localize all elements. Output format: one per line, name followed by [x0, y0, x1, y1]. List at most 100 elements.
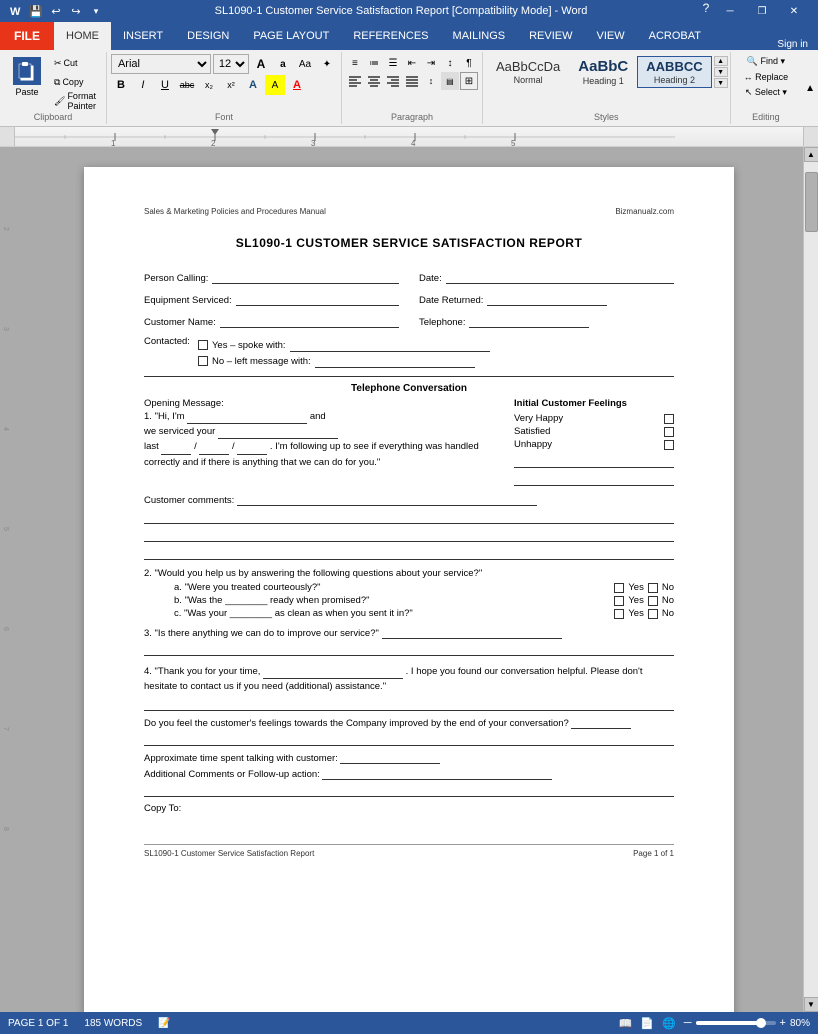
shrink-font-btn[interactable]: a [273, 54, 293, 74]
scroll-down-btn[interactable]: ▼ [804, 997, 818, 1012]
styles-scroll[interactable]: ▲ ▼ ▼ [712, 54, 726, 90]
sign-in-link[interactable]: Sign in [767, 39, 818, 50]
italic-btn[interactable]: I [133, 75, 153, 95]
format-painter-icon: 🖌 [54, 96, 65, 107]
shading-btn[interactable]: ▤ [441, 72, 459, 90]
restore-btn[interactable]: ❐ [746, 0, 778, 22]
web-layout-btn[interactable]: 🌐 [662, 1017, 676, 1030]
q2c-yes-checkbox[interactable] [614, 609, 624, 619]
numbering-btn[interactable]: ≔ [365, 54, 383, 72]
tab-insert[interactable]: INSERT [111, 22, 175, 50]
window-controls[interactable]: ? ─ ❐ ✕ [698, 0, 810, 22]
replace-btn[interactable]: ↔ Replace [739, 70, 794, 84]
cut-icon: ✂ [54, 58, 62, 69]
tab-mailings[interactable]: MAILINGS [441, 22, 518, 50]
q2a-yes-checkbox[interactable] [614, 583, 624, 593]
save-icon[interactable]: 💾 [28, 3, 44, 19]
tab-acrobat[interactable]: ACROBAT [637, 22, 713, 50]
tab-review[interactable]: REVIEW [517, 22, 584, 50]
borders-btn[interactable]: ⊞ [460, 72, 478, 90]
read-mode-btn[interactable]: 📖 [619, 1017, 633, 1030]
text-effects-btn[interactable]: A [243, 75, 263, 95]
print-layout-btn[interactable]: 📄 [640, 1017, 654, 1030]
strikethrough-btn[interactable]: abc [177, 75, 197, 95]
q2c-no-checkbox[interactable] [648, 609, 658, 619]
spoke-with-line [290, 338, 490, 352]
vertical-scrollbar[interactable]: ▲ ▼ [803, 147, 818, 1012]
grow-font-btn[interactable]: A [251, 54, 271, 74]
no-checkbox[interactable] [198, 356, 208, 366]
zoom-thumb[interactable] [756, 1018, 766, 1028]
align-left-btn[interactable] [346, 72, 364, 90]
very-happy-checkbox[interactable] [664, 414, 674, 424]
copy-button[interactable]: ⧉ Copy [50, 73, 100, 91]
footer-right: Page 1 of 1 [633, 849, 674, 858]
font-size-select[interactable]: 12 [213, 54, 249, 74]
zoom-fill [696, 1021, 760, 1025]
q2a-no-checkbox[interactable] [648, 583, 658, 593]
tab-page-layout[interactable]: PAGE LAYOUT [241, 22, 341, 50]
tab-view[interactable]: VIEW [585, 22, 637, 50]
superscript-btn[interactable]: x² [221, 75, 241, 95]
style-heading2[interactable]: AABBCC Heading 2 [637, 56, 711, 88]
clear-formatting-btn[interactable]: ✦ [317, 54, 337, 74]
satisfied-checkbox[interactable] [664, 427, 674, 437]
redo-icon[interactable]: ↪ [68, 3, 84, 19]
font-color-btn[interactable]: A [287, 75, 307, 95]
close-btn[interactable]: ✕ [778, 0, 810, 22]
svg-text:W: W [10, 6, 21, 18]
tab-home[interactable]: HOME [54, 22, 111, 50]
styles-scroll-down[interactable]: ▼ [714, 67, 728, 77]
person-calling-line [212, 270, 399, 284]
section-divider-1 [144, 376, 674, 377]
increase-indent-btn[interactable]: ⇥ [422, 54, 440, 72]
font-name-select[interactable]: Arial [111, 54, 211, 74]
paragraph-group: ≡ ≔ ☰ ⇤ ⇥ ↕ ¶ ↕ ▤ ⊞ Paragraph [342, 52, 483, 124]
line-spacing-btn[interactable]: ↕ [422, 72, 440, 90]
align-center-btn[interactable] [365, 72, 383, 90]
bullets-btn[interactable]: ≡ [346, 54, 364, 72]
help-icon[interactable]: ? [698, 0, 714, 16]
cut-button[interactable]: ✂ Cut [50, 54, 100, 72]
tab-references[interactable]: REFERENCES [341, 22, 440, 50]
align-right-btn[interactable] [384, 72, 402, 90]
bold-btn[interactable]: B [111, 75, 131, 95]
yes-checkbox[interactable] [198, 340, 208, 350]
svg-text:5: 5 [511, 139, 516, 147]
change-case-btn[interactable]: Aa [295, 54, 315, 74]
multilevel-btn[interactable]: ☰ [384, 54, 402, 72]
q2b-no-checkbox[interactable] [648, 596, 658, 606]
highlight-btn[interactable]: A [265, 75, 285, 95]
style-normal[interactable]: AaBbCcDa Normal [487, 56, 569, 88]
style-heading1[interactable]: AaBbC Heading 1 [569, 55, 637, 89]
unhappy-checkbox[interactable] [664, 440, 674, 450]
q2b-yes-checkbox[interactable] [614, 596, 624, 606]
scroll-up-btn[interactable]: ▲ [804, 147, 818, 162]
minimize-btn[interactable]: ─ [714, 0, 746, 22]
zoom-out-btn[interactable]: ─ [684, 1017, 692, 1029]
track-changes-icon[interactable]: 📝 [158, 1018, 170, 1029]
unhappy-row: Unhappy [514, 439, 674, 450]
styles-more[interactable]: ▼ [714, 78, 728, 88]
scroll-thumb[interactable] [805, 172, 818, 232]
zoom-in-btn[interactable]: + [780, 1017, 786, 1029]
zoom-track[interactable] [696, 1021, 776, 1025]
paste-button[interactable]: Paste [6, 54, 48, 110]
tab-design[interactable]: DESIGN [175, 22, 241, 50]
underline-btn[interactable]: U [155, 75, 175, 95]
select-btn[interactable]: ↖ Select ▾ [740, 85, 792, 100]
find-btn[interactable]: 🔍 Find ▾ [742, 54, 790, 69]
ribbon-collapse-btn[interactable]: ▲ [801, 52, 818, 124]
date-returned-line [487, 292, 607, 306]
show-marks-btn[interactable]: ¶ [460, 54, 478, 72]
customize-icon[interactable]: ▾ [88, 3, 104, 19]
format-painter-button[interactable]: 🖌 Format Painter [50, 92, 100, 110]
subscript-btn[interactable]: x₂ [199, 75, 219, 95]
file-tab[interactable]: FILE [0, 22, 54, 50]
justify-btn[interactable] [403, 72, 421, 90]
undo-icon[interactable]: ↩ [48, 3, 64, 19]
sort-btn[interactable]: ↕ [441, 54, 459, 72]
scroll-track[interactable] [804, 162, 818, 997]
styles-scroll-up[interactable]: ▲ [714, 56, 728, 66]
decrease-indent-btn[interactable]: ⇤ [403, 54, 421, 72]
